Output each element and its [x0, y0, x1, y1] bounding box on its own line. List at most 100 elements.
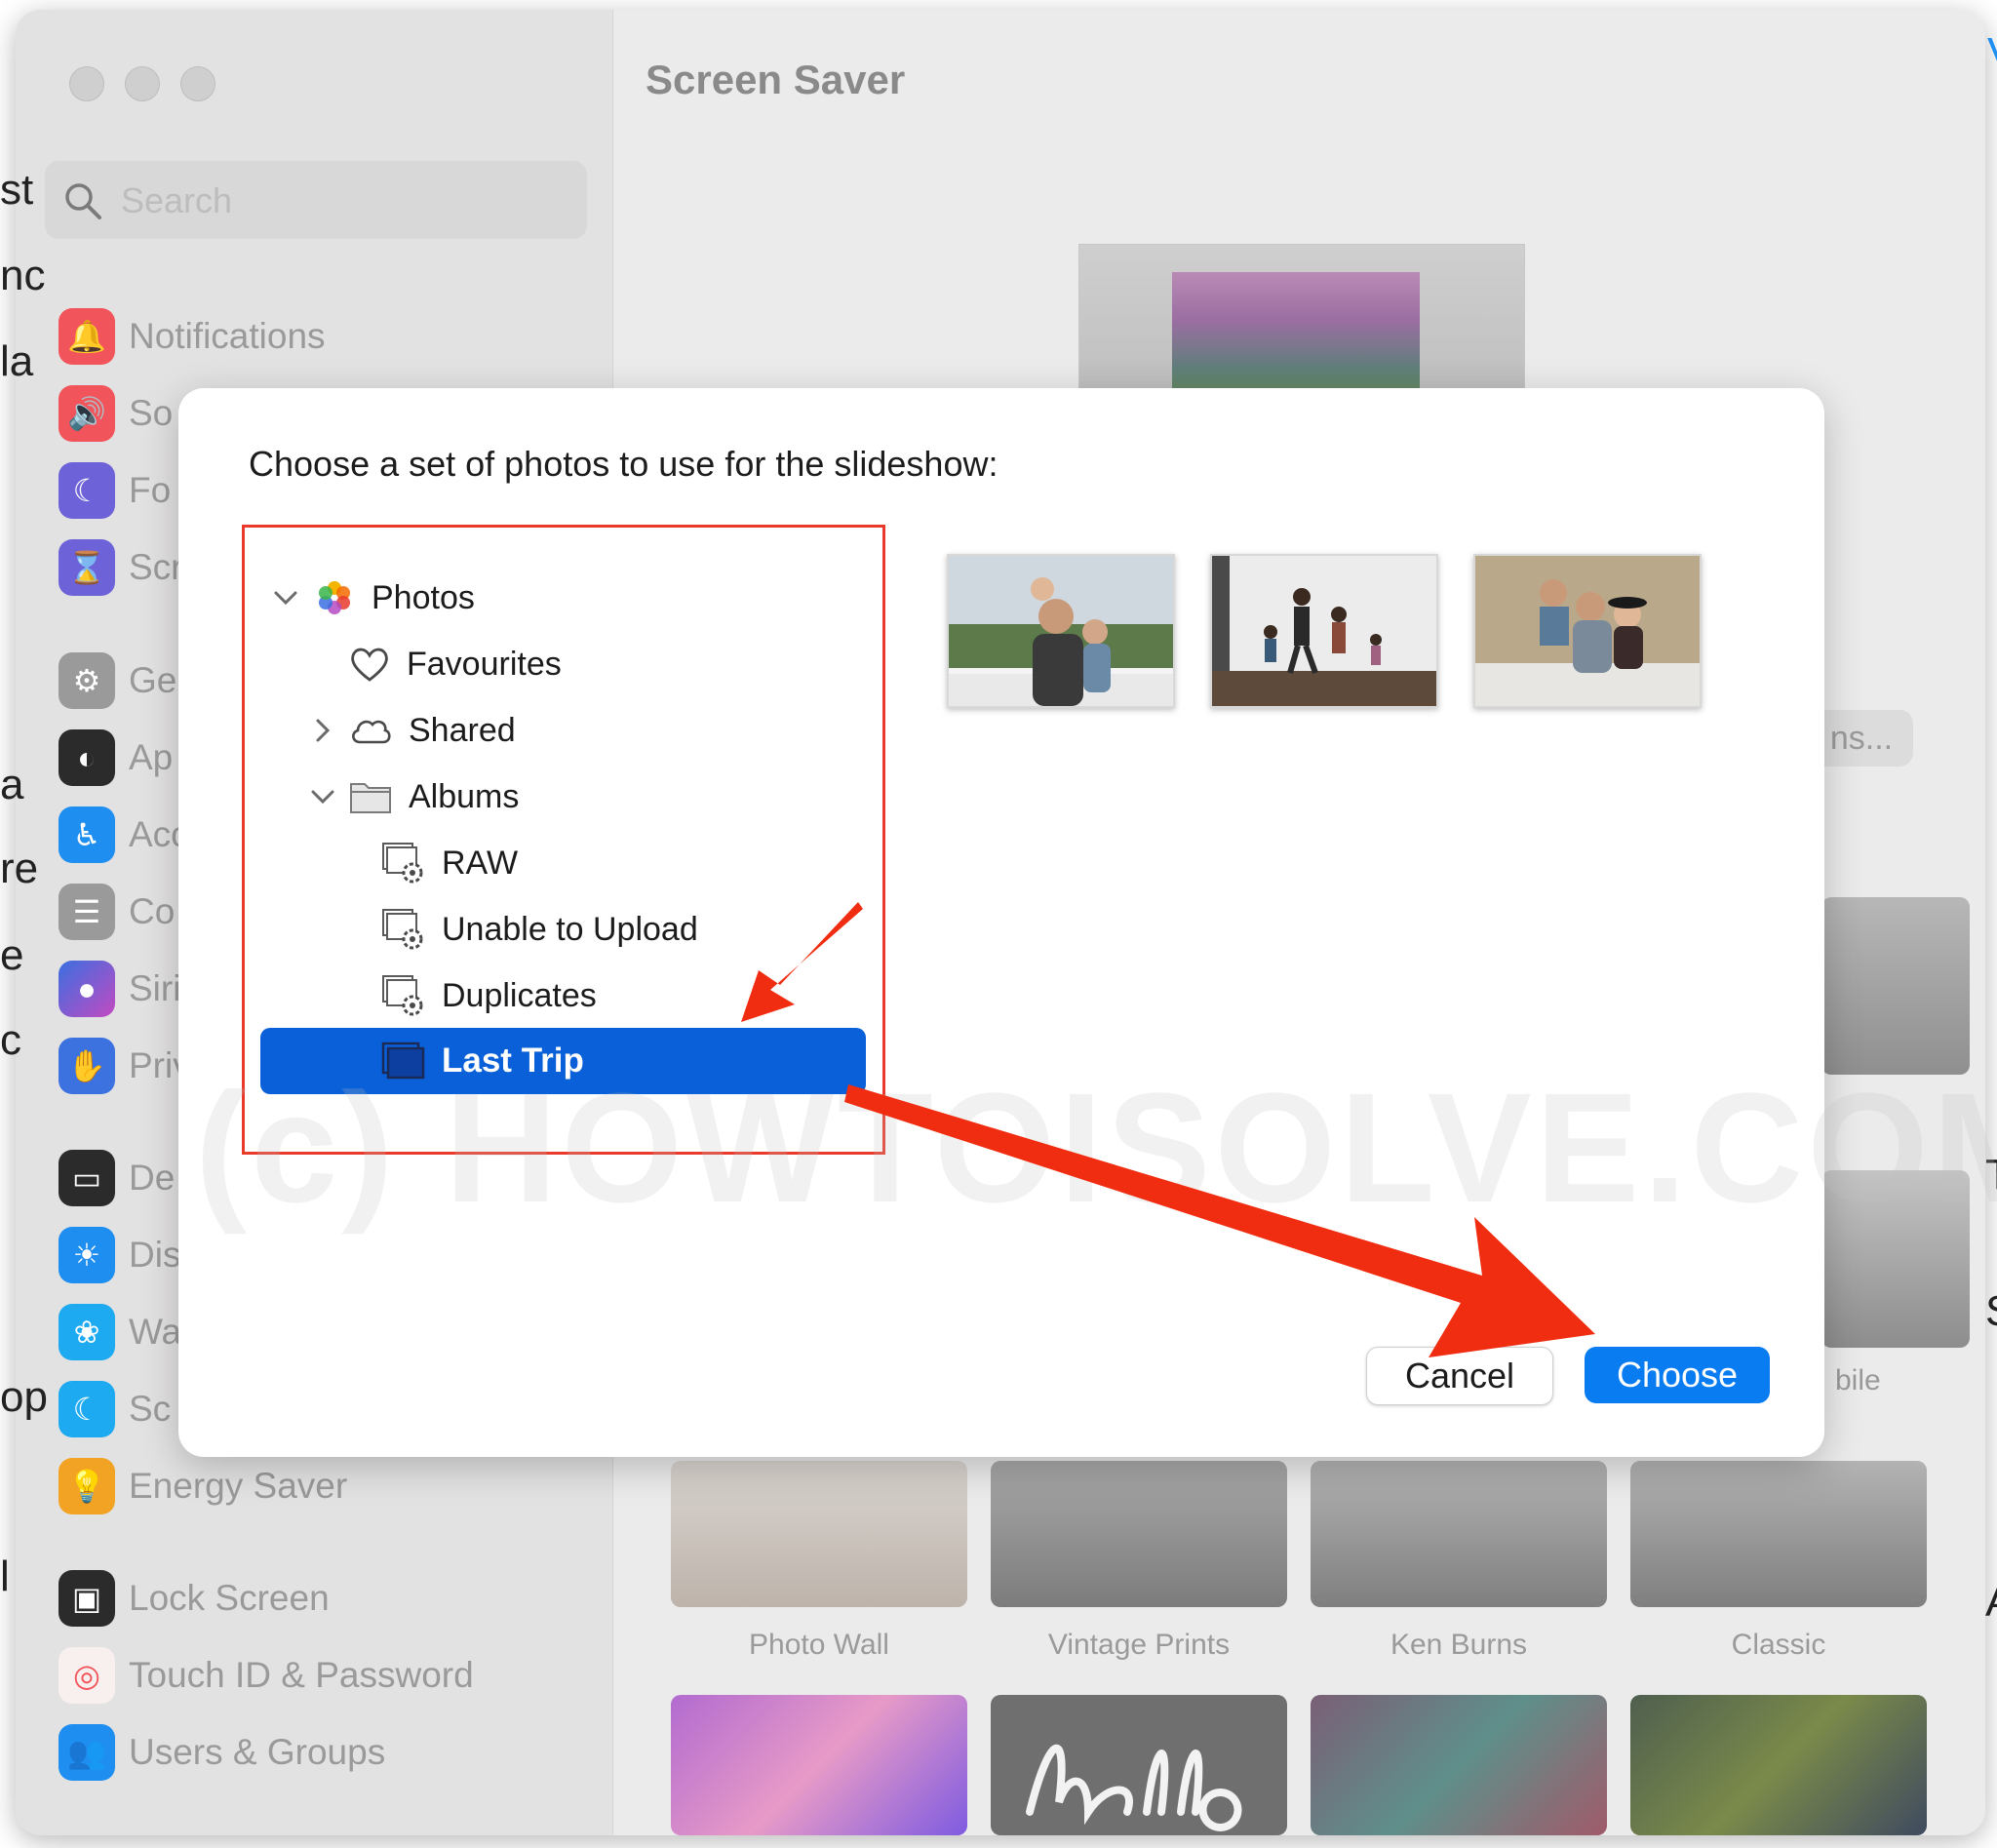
drift-thumbnail[interactable] [1311, 1695, 1607, 1835]
chevron-down-icon[interactable] [268, 580, 303, 615]
sidebar-item-label: Notifications [129, 316, 326, 356]
edge-text: V [1987, 29, 1997, 78]
bulb-icon: 💡 [59, 1458, 115, 1514]
edge-text: re [0, 845, 39, 892]
style-label-ken-burns: Ken Burns [1390, 1629, 1528, 1661]
close-window-button[interactable] [69, 66, 104, 101]
sidebar-item-label: Co [129, 891, 176, 931]
hello-script-icon [1026, 1745, 1242, 1831]
tree-item-shared[interactable]: Shared [305, 701, 516, 760]
edge-text: a [0, 761, 24, 808]
sidebar-item-energy-saver[interactable]: 💡 Energy Saver [59, 1455, 347, 1517]
speaker-icon: 🔊 [59, 385, 115, 442]
sun-icon: ☀ [59, 1227, 115, 1283]
classic-thumbnail[interactable] [1630, 1461, 1927, 1607]
appearance-icon: ◐ [59, 729, 115, 786]
sidebar-item-label: Ge [129, 660, 177, 700]
screen-saver-preview [1078, 244, 1525, 412]
sidebar-search-field[interactable]: Search [45, 161, 587, 239]
edge-text: l [0, 1553, 10, 1600]
edge-text: S [1985, 1287, 1997, 1336]
photo-thumbnail[interactable] [947, 554, 1175, 708]
sidebar-item-focus[interactable]: ☾ Fo [59, 459, 171, 522]
hourglass-icon: ⌛ [59, 539, 115, 596]
sidebar-item-privacy[interactable]: ✋ Priv [59, 1035, 191, 1097]
chevron-down-icon[interactable] [305, 779, 340, 814]
options-button[interactable]: ns... [1810, 710, 1913, 767]
moon-icon: ☾ [59, 462, 115, 519]
minimize-window-button[interactable] [125, 66, 160, 101]
sidebar-item-appearance[interactable]: ◐ Ap [59, 727, 173, 789]
search-placeholder: Search [121, 180, 233, 220]
users-icon: 👥 [59, 1724, 115, 1781]
sidebar-item-sound[interactable]: 🔊 So [59, 382, 173, 445]
sidebar-item-notifications[interactable]: 🔔 Notifications [59, 305, 326, 368]
monterey-thumbnail[interactable] [671, 1695, 967, 1835]
family-photo-image [949, 556, 1173, 706]
sidebar-item-desktop[interactable]: ▭ De [59, 1147, 175, 1209]
toggle-icon: ☰ [59, 884, 115, 940]
sidebar-item-users-groups[interactable]: 👥 Users & Groups [59, 1721, 385, 1784]
sidebar-item-label: Scr [129, 547, 183, 587]
sidebar-item-screen-saver[interactable]: ☾ Sc [59, 1378, 171, 1440]
sidebar-item-label: De [129, 1158, 176, 1198]
edge-text: op [0, 1373, 48, 1421]
sidebar-item-siri[interactable]: ● Siri [59, 958, 180, 1020]
tree-item-label: Shared [409, 711, 516, 749]
sidebar-item-control-centre[interactable]: ☰ Co [59, 881, 175, 943]
photos-app-icon [319, 581, 350, 614]
cloud-icon [352, 720, 391, 744]
search-icon [65, 183, 101, 219]
photo-thumbnail[interactable] [1473, 554, 1702, 708]
tree-item-unable-to-upload[interactable]: Unable to Upload [381, 900, 698, 959]
gear-icon: ⚙ [59, 652, 115, 709]
style-thumbnail[interactable] [1821, 897, 1970, 1075]
edge-text: nc [0, 252, 46, 299]
style-label-vintage-prints: Vintage Prints [1047, 1629, 1231, 1661]
cancel-button[interactable]: Cancel [1366, 1347, 1553, 1405]
tree-item-photos[interactable]: Photos [268, 569, 475, 627]
tree-item-raw[interactable]: RAW [381, 834, 518, 892]
sidebar-item-label: Ap [129, 737, 174, 777]
smart-album-icon [382, 909, 423, 950]
style-label-photo-wall: Photo Wall [749, 1629, 889, 1661]
sidebar-item-general[interactable]: ⚙ Ge [59, 649, 176, 712]
vintage-prints-thumbnail[interactable] [991, 1461, 1287, 1607]
sidebar-item-label: Users & Groups [129, 1732, 386, 1772]
tree-item-favourites[interactable]: Favourites [348, 635, 562, 693]
photo-thumbnail[interactable] [1210, 554, 1438, 708]
photo-wall-thumbnail[interactable] [671, 1461, 967, 1607]
sidebar-item-touch-id[interactable]: ◎ Touch ID & Password [59, 1644, 474, 1707]
smart-album-icon [382, 975, 423, 1016]
sidebar-item-wallpaper[interactable]: ❀ Wa [59, 1301, 181, 1363]
hand-icon: ✋ [59, 1038, 115, 1094]
family-running-image [1212, 556, 1436, 706]
sidebar-item-label: So [129, 393, 174, 433]
sidebar-item-lock-screen[interactable]: ▣ Lock Screen [59, 1567, 330, 1630]
zoom-window-button[interactable] [180, 66, 215, 101]
sidebar-item-displays[interactable]: ☀ Dis [59, 1224, 180, 1286]
tree-item-label: Duplicates [442, 976, 597, 1014]
chevron-right-icon[interactable] [305, 713, 340, 748]
tree-item-duplicates[interactable]: Duplicates [381, 966, 597, 1025]
tree-item-label: Unable to Upload [442, 910, 698, 948]
fingerprint-icon: ◎ [59, 1647, 115, 1704]
accessibility-icon: ♿ [59, 806, 115, 863]
flurry-thumbnail[interactable] [1630, 1695, 1927, 1835]
sidebar-item-label: Wa [129, 1312, 182, 1352]
edge-text: c [0, 1016, 21, 1064]
sidebar-item-screen-time[interactable]: ⌛ Scr [59, 536, 183, 599]
smart-album-icon [382, 843, 423, 884]
page-title: Screen Saver [646, 57, 906, 102]
style-label: bile [1835, 1364, 1881, 1396]
hello-thumbnail[interactable] [991, 1695, 1287, 1835]
sidebar-item-label: Dis [129, 1235, 181, 1275]
ken-burns-thumbnail[interactable] [1311, 1461, 1607, 1607]
sidebar-item-accessibility[interactable]: ♿ Acc [59, 804, 189, 866]
tree-item-albums[interactable]: Albums [305, 767, 519, 826]
edge-text: e [0, 931, 24, 979]
sidebar-item-label: Energy Saver [129, 1466, 348, 1506]
choose-button[interactable]: Choose [1585, 1347, 1770, 1403]
siri-icon: ● [59, 961, 115, 1017]
tree-item-label: RAW [442, 844, 519, 882]
